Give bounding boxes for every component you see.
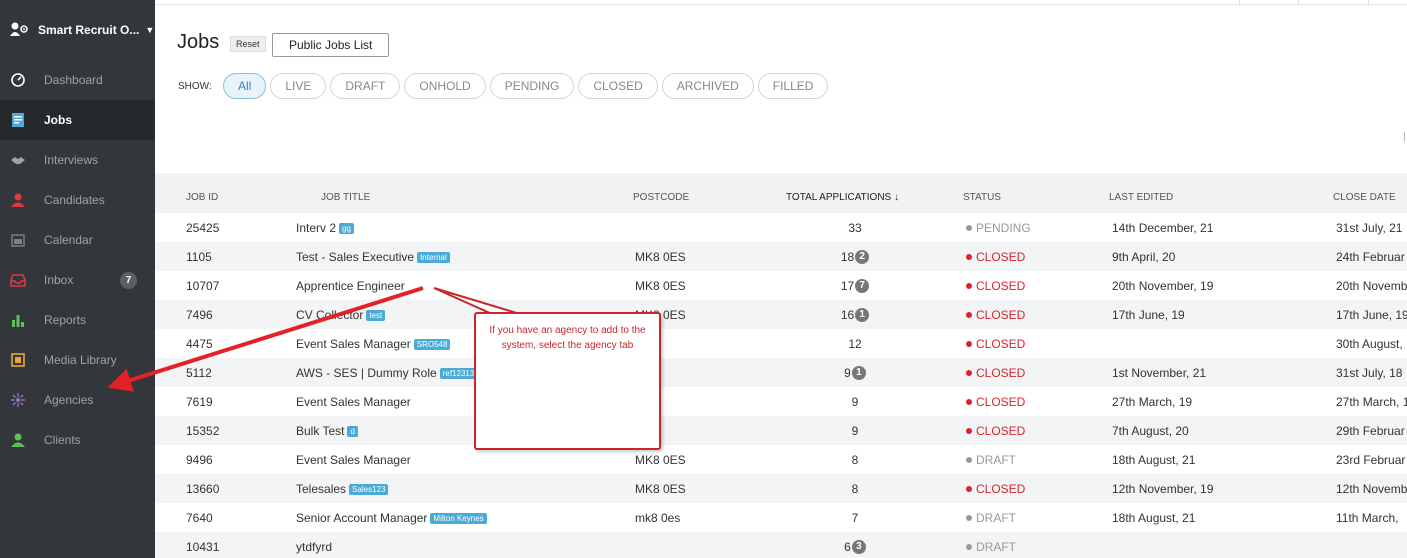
callout-text: If you have an agency to add to the syst… [489,325,646,351]
callout-pointer [433,287,521,315]
arrow-to-agencies [107,286,424,392]
annotation-arrows [107,286,521,392]
